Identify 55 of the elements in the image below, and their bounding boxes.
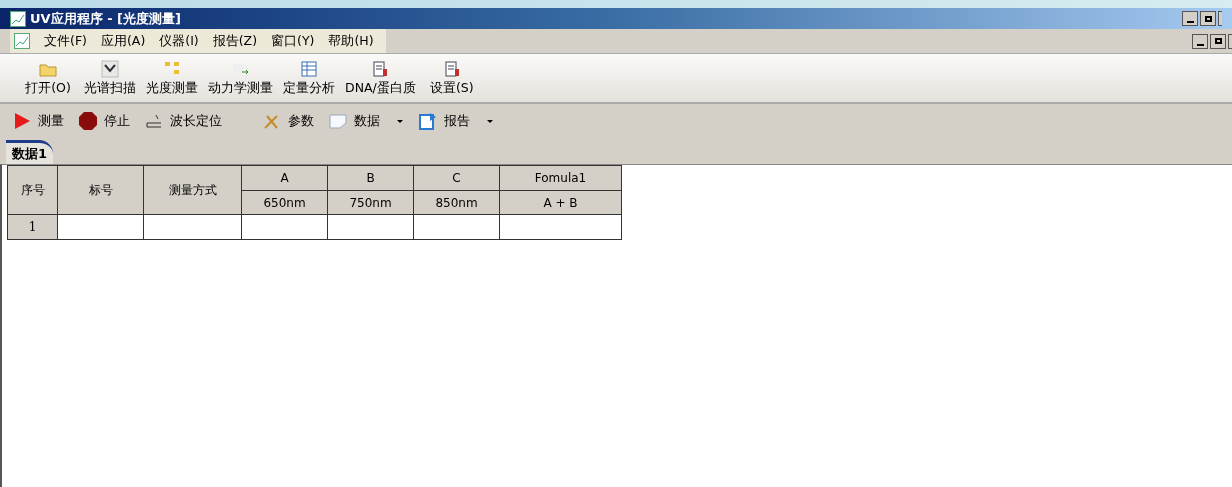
menu-item[interactable]: 窗口(Y) <box>271 31 315 51</box>
table-cell[interactable] <box>327 214 414 240</box>
column-subheader: 650nm <box>241 190 328 215</box>
document-icon <box>328 111 348 131</box>
table-cell[interactable] <box>143 214 242 240</box>
action-button[interactable]: 报告 <box>418 111 494 131</box>
action-button[interactable]: 数据 <box>328 111 404 131</box>
toolbar-button[interactable]: 光度测量 <box>144 58 200 98</box>
menu-item[interactable]: 仪器(I) <box>159 31 199 51</box>
action-button[interactable]: 停止 <box>78 111 130 131</box>
toolbar-button[interactable]: 设置(S) <box>423 58 480 98</box>
stop-icon <box>78 111 98 131</box>
restore-button[interactable] <box>1200 11 1216 26</box>
column-subheader: 750nm <box>327 190 414 215</box>
menu-item[interactable]: 帮助(H) <box>328 31 374 51</box>
column-header: 测量方式 <box>143 165 242 215</box>
tab[interactable]: 数据1 <box>6 140 54 164</box>
column-header: A <box>241 165 328 191</box>
table-cell[interactable] <box>499 214 622 240</box>
window-title: UV应用程序 - [光度测量] <box>30 9 181 28</box>
column-header: 序号 <box>7 165 58 215</box>
table-cell[interactable] <box>413 214 500 240</box>
close-button[interactable] <box>1218 11 1222 26</box>
table-icon <box>299 58 319 79</box>
toolbar-button[interactable]: DNA/蛋白质 <box>343 58 418 98</box>
menu-item[interactable]: 应用(A) <box>100 31 146 51</box>
play-icon <box>12 111 32 131</box>
column-header: Fomula1 <box>499 165 622 191</box>
chart-icon <box>10 10 26 27</box>
chart-icon <box>14 33 30 49</box>
notepad-icon <box>418 111 438 131</box>
caret-icon <box>396 118 404 124</box>
action-button[interactable]: 波长定位 <box>144 111 222 131</box>
close-button[interactable] <box>1228 33 1232 49</box>
menu-item[interactable]: 报告(Z) <box>212 31 258 51</box>
minimize-button[interactable] <box>1182 11 1198 26</box>
caret-icon <box>486 118 494 124</box>
restore-button[interactable] <box>1210 33 1226 49</box>
toolbar-button[interactable]: 打开(O) <box>20 58 76 98</box>
toolbar-button[interactable]: 定量分析 <box>281 58 337 98</box>
menu-item[interactable]: 文件(F) <box>44 31 87 51</box>
toolbar-button[interactable]: 动力学测量 <box>206 58 275 98</box>
table-cell[interactable] <box>57 214 144 240</box>
toolbar-button[interactable]: 光谱扫描 <box>82 58 138 98</box>
minimize-button[interactable] <box>1192 33 1208 49</box>
column-header: B <box>327 165 414 191</box>
column-subheader: A + B <box>499 190 622 215</box>
column-header: C <box>413 165 500 191</box>
scan-icon <box>100 58 120 79</box>
column-subheader: 850nm <box>413 190 500 215</box>
table-cell[interactable] <box>241 214 328 240</box>
action-button[interactable]: 参数 <box>262 111 314 131</box>
row-index: 1 <box>7 214 58 240</box>
action-button[interactable]: 测量 <box>12 111 64 131</box>
column-header: 标号 <box>57 165 144 215</box>
